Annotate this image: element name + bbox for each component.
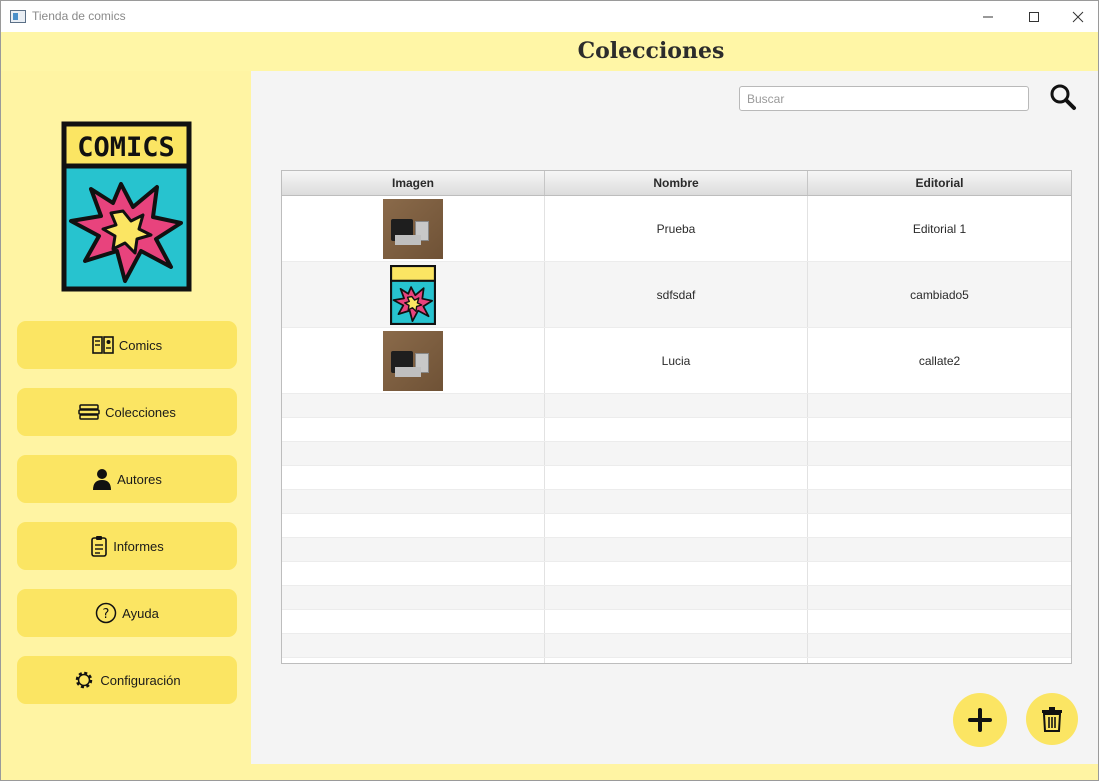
cell-nombre: sdfsdaf	[545, 262, 808, 327]
empty-row	[282, 586, 1071, 610]
collections-table[interactable]: Imagen Nombre Editorial Prueba Editorial…	[281, 170, 1072, 664]
table-row[interactable]: Lucia callate2	[282, 328, 1071, 394]
search-button[interactable]	[1047, 82, 1079, 112]
clipboard-icon	[90, 535, 108, 557]
sidebar-item-label: Comics	[118, 337, 163, 353]
sidebar-item-configuracion[interactable]: Configuración	[17, 656, 237, 704]
empty-row	[282, 610, 1071, 634]
delete-button[interactable]	[1026, 693, 1078, 745]
app-window: Tienda de comics Colecciones COMICS Comi…	[0, 0, 1099, 781]
sidebar-item-ayuda[interactable]: ? Ayuda	[17, 589, 237, 637]
column-header-nombre[interactable]: Nombre	[545, 171, 808, 195]
sidebar-item-autores[interactable]: Autores	[17, 455, 237, 503]
cell-image	[282, 262, 545, 327]
comics-logo: COMICS	[61, 121, 192, 292]
sidebar-item-label: Autores	[117, 471, 162, 487]
table-header: Imagen Nombre Editorial	[282, 171, 1071, 196]
person-icon	[92, 468, 112, 490]
cell-editorial: Editorial 1	[912, 221, 967, 236]
logo-text: COMICS	[77, 132, 175, 163]
empty-row	[282, 658, 1071, 663]
table-row[interactable]: sdfsdaf cambiado5	[282, 262, 1071, 328]
bottom-band	[251, 764, 1098, 780]
sidebar-item-label: Colecciones	[105, 404, 176, 420]
cell-image	[282, 328, 545, 393]
cell-nombre: Lucia	[545, 328, 808, 393]
collection-image	[390, 264, 436, 325]
sidebar-item-label: Informes	[113, 538, 164, 554]
app-icon	[10, 10, 26, 23]
close-icon	[1072, 11, 1084, 22]
plus-icon	[968, 708, 992, 732]
empty-row	[282, 490, 1071, 514]
empty-row	[282, 562, 1071, 586]
sidebar-item-comics[interactable]: Comics	[17, 321, 237, 369]
search-icon	[1050, 84, 1076, 110]
empty-row	[282, 538, 1071, 562]
page-title: Colecciones	[577, 38, 725, 64]
empty-row	[282, 394, 1071, 418]
collection-image	[383, 330, 443, 391]
cell-nombre: Prueba	[545, 196, 808, 261]
empty-row	[282, 634, 1071, 658]
sidebar-item-label: Configuración	[100, 672, 181, 688]
help-icon: ?	[95, 602, 117, 624]
empty-row	[282, 514, 1071, 538]
search-input[interactable]	[739, 86, 1029, 111]
add-button[interactable]	[953, 693, 1007, 747]
sidebar-item-label: Ayuda	[122, 605, 159, 621]
empty-row	[282, 442, 1071, 466]
close-button[interactable]	[1055, 1, 1099, 32]
table-row[interactable]: Prueba Editorial 1	[282, 196, 1071, 262]
svg-text:?: ?	[103, 607, 110, 622]
window-title: Tienda de comics	[32, 9, 126, 23]
book-icon	[92, 335, 114, 355]
empty-row	[282, 418, 1071, 442]
sidebar-item-colecciones[interactable]: Colecciones	[17, 388, 237, 436]
stack-icon	[78, 403, 100, 421]
column-header-editorial[interactable]: Editorial	[808, 171, 1071, 195]
trash-icon	[1042, 707, 1062, 732]
minimize-button[interactable]	[965, 1, 1011, 32]
sidebar-item-informes[interactable]: Informes	[17, 522, 237, 570]
column-header-imagen[interactable]: Imagen	[282, 171, 545, 195]
maximize-icon	[1029, 11, 1039, 22]
cell-editorial: cambiado5	[910, 287, 969, 302]
empty-row	[282, 466, 1071, 490]
title-bar[interactable]: Tienda de comics	[1, 1, 1098, 32]
cell-editorial: callate2	[918, 353, 961, 368]
gear-icon	[73, 669, 95, 691]
minimize-icon	[983, 16, 993, 17]
collection-image	[383, 198, 443, 259]
maximize-button[interactable]	[1011, 1, 1057, 32]
cell-image	[282, 196, 545, 261]
